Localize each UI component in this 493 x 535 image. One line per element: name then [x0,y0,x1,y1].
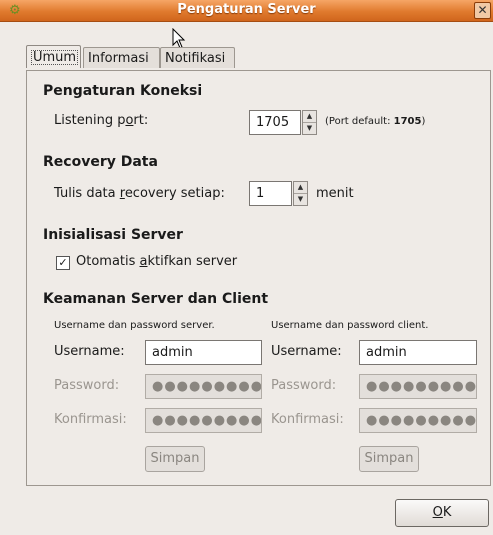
server-save-button[interactable]: Simpan [145,446,205,472]
recovery-input[interactable]: 1 [249,181,292,206]
server-username-label: Username: [54,344,125,359]
recovery-label: Tulis data recovery setiap: [54,186,225,201]
client-caption: Username dan password client. [271,320,429,331]
tab-umum-label: Umum [31,50,79,65]
port-label: Listening port: [54,113,149,128]
recovery-spinner[interactable]: ▲ ▼ [293,181,308,206]
server-caption: Username dan password server. [54,320,215,331]
spin-down-icon: ▼ [294,193,307,205]
server-password-input[interactable]: ●●●●●●●●●● [145,374,262,399]
inisialisasi-heading: Inisialisasi Server [43,227,183,243]
tab-informasi[interactable]: Informasi [83,47,160,68]
tab-umum[interactable]: Umum [26,45,81,68]
spin-up-icon: ▲ [306,112,313,120]
server-confirm-input[interactable]: ●●●●●●●●●● [145,408,262,433]
spin-up-icon: ▲ [297,183,304,191]
tab-notifikasi-label: Notifikasi [165,51,226,66]
client-password-input[interactable]: ●●●●●●●●●● [359,374,477,399]
recovery-heading: Recovery Data [43,154,158,170]
client-confirm-input[interactable]: ●●●●●●●●●● [359,408,477,433]
port-default-note: (Port default: 1705) [325,116,426,127]
tab-informasi-label: Informasi [88,51,149,66]
server-confirm-label: Konfirmasi: [54,412,127,427]
client-confirm-label: Konfirmasi: [271,412,344,427]
spin-down-icon: ▼ [303,122,316,134]
ok-button[interactable]: OK [395,499,489,527]
title-bar: ⚙ Pengaturan Server ✕ [0,0,493,22]
port-spinner[interactable]: ▲ ▼ [302,110,317,135]
client-username-label: Username: [271,344,342,359]
auto-start-label[interactable]: Otomatis aktifkan server [76,254,237,269]
keamanan-heading: Keamanan Server dan Client [43,291,269,307]
server-password-label: Password: [54,378,120,393]
close-icon[interactable]: ✕ [474,2,491,19]
client-save-button[interactable]: Simpan [359,446,419,472]
port-input[interactable]: 1705 [249,110,301,135]
client-password-label: Password: [271,378,337,393]
auto-start-checkbox[interactable]: ✓ [56,256,70,270]
server-username-input[interactable]: admin [145,340,262,365]
tab-notifikasi[interactable]: Notifikasi [160,47,235,68]
koneksi-heading: Pengaturan Koneksi [43,83,203,99]
window-title: Pengaturan Server [177,2,316,17]
client-username-input[interactable]: admin [359,340,477,365]
recovery-unit: menit [316,186,354,201]
